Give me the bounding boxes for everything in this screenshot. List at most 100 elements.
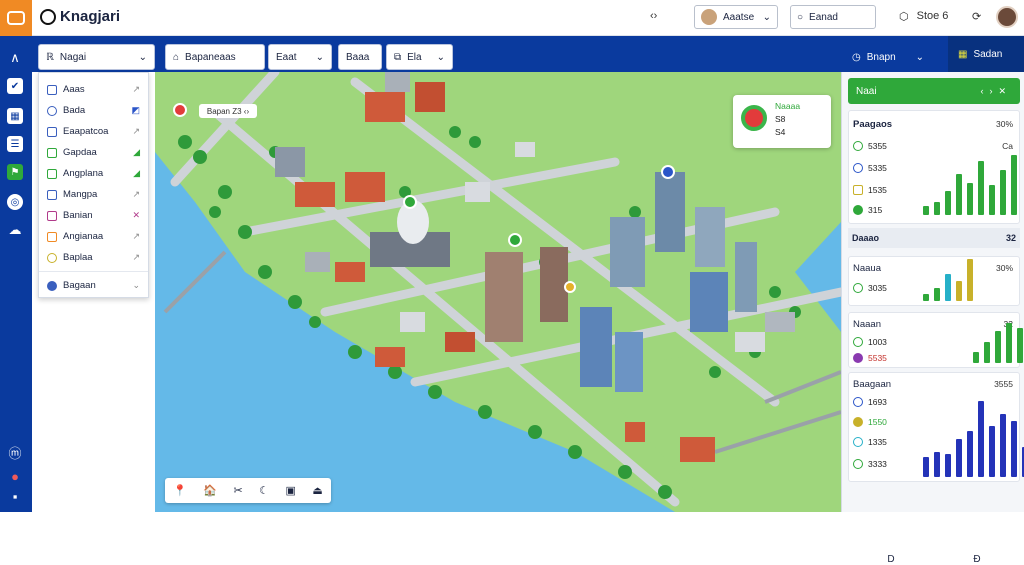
map-legend: Naaaa S8 S4 [733,95,831,148]
checkbox-icon[interactable]: ✔ [7,78,23,94]
view-icon: ⧉ [394,51,402,63]
dropdown-item[interactable]: Aaas ↗ [39,79,148,100]
right-select[interactable]: ◷ Bnapn ⌄ [852,44,924,70]
layer-dropdown: Aaas ↗ Bada ◩ Eaapatcoa ↗ Gapdaa ◢ Angplana ◢… [38,72,149,298]
panel-controls-icon[interactable]: ‹›✕ [980,86,1012,97]
user-select[interactable]: Aaatse ⌄ [694,5,778,29]
type-select[interactable]: Eaat ⌄ [268,44,332,70]
stats-card-1: Paagaos 30% Ca 5355 5335 1535 315 [848,110,1020,224]
base-label: Baaa [346,51,370,63]
bar [923,294,929,301]
dropdown-item-label: Aaas [63,84,85,95]
footer-right-button[interactable]: Ð [973,554,980,565]
help-icon[interactable]: ⓜ [7,444,23,461]
layer-select[interactable]: ℝ Nagai ⌄ [38,44,155,70]
night-tool-icon[interactable]: ☾ [259,484,269,497]
chevron-down-icon: ⌄ [315,51,324,63]
dropdown-item[interactable]: Banian ✕ [39,205,148,226]
section-right: 32 [1005,233,1016,243]
arrow-icon: ↗ [132,189,140,199]
toggle-icon[interactable]: ● [7,468,23,484]
dropdown-item-label: Banian [63,210,93,221]
bar [956,281,962,301]
target-icon[interactable]: ◎ [7,194,23,210]
dropdown-item-label: Mangpa [63,189,98,200]
dropdown-item[interactable]: Baplaa ↗ [39,247,148,268]
stat-value: 5355 [868,141,887,151]
bar [956,174,962,215]
saved-button[interactable]: ▦ Sadan [948,36,1024,72]
stat-value: 3035 [868,283,887,293]
dropdown-item[interactable]: Angplana ◢ [39,163,148,184]
user-select-label: Aaatse [723,11,755,23]
bar [1006,323,1012,363]
card-icon [7,11,25,25]
stat-row: 5355 [853,141,887,151]
bar [995,331,1001,363]
dropdown-item[interactable]: Bada ◩ [39,100,148,121]
user-icon[interactable]: ▪ [7,488,23,504]
pin-tool-icon[interactable]: 📍 [173,484,187,497]
dashboard-icon[interactable]: ▦ [7,108,23,124]
stats-card-2: Naaua 30% 3035 [848,256,1020,306]
frame-tool-icon[interactable]: ▣ [285,484,295,497]
flag-icon [47,147,57,158]
base-button[interactable]: Baaa [338,44,382,70]
stats-card-3: Naaan 32 1003 5535 [848,312,1023,368]
bar [923,206,929,215]
doc-icon [47,189,57,200]
building-icon: ⌂ [173,51,180,63]
stat-icon [853,353,863,363]
dropdown-item[interactable]: Eaapatcoa ↗ [39,121,148,142]
bar [934,202,940,215]
dropdown-footer[interactable]: Bagaan ⌄ [39,275,148,296]
map-search-chip[interactable]: Bapan Z3 ‹› [199,104,257,118]
section-header[interactable]: Daaao 32 [848,228,1020,248]
settings-icon[interactable]: ⟳ [972,10,981,23]
cloud-icon[interactable]: ☁ [7,222,23,238]
notification-label: Stoe 6 [916,10,949,22]
dropdown-item[interactable]: Gapdaa ◢ [39,142,148,163]
list-icon[interactable]: ☰ [7,136,23,152]
grid-icon: ▦ [958,48,968,60]
app-logo[interactable] [0,0,32,36]
square-icon: ◩ [131,105,140,115]
home-tool-icon[interactable]: 🏠 [203,484,217,497]
dropdown-item[interactable]: Mangpa ↗ [39,184,148,205]
dropdown-item-label: Bada [63,105,86,116]
card-title: Naaua [853,263,881,274]
filter-button[interactable]: ⌂ Bapaneaas [165,44,265,70]
check-icon [47,210,57,221]
home-icon[interactable]: ∧ [7,50,23,66]
notification-button[interactable]: ⬡ Stoe 6 [899,10,948,23]
circle-icon [47,105,57,116]
footer-left-button[interactable]: D [887,554,894,565]
top-bar: Knagjari ‹› Aaatse ⌄ ○ Eanad ⬡ Stoe 6 ⟳ [0,0,1024,36]
city-map[interactable]: Bapan Z3 ‹› Naaaa S8 S4 📍 🏠 ✂ ☾ ▣ ⏏ [155,72,841,512]
bar-chart-2 [923,259,973,301]
bar [1000,414,1006,477]
dropdown-item[interactable]: Angianaa ↗ [39,226,148,247]
bar [989,185,995,215]
bar [1011,155,1017,215]
card-percent: 30% [995,263,1013,273]
bar [967,259,973,301]
dropdown-footer-label: Bagaan [63,280,96,291]
flag-icon[interactable]: ⚑ [7,164,23,180]
dropdown-item-label: Eaapatcoa [63,126,109,137]
map-search-text: Bapan [206,106,230,116]
filter-label: Bapaneaas [185,51,236,63]
bar [934,288,940,301]
layer-select-label: Nagai [59,51,87,63]
profile-avatar[interactable] [996,6,1018,28]
bar [984,342,990,363]
stat-row: 315 [853,205,882,215]
view-select[interactable]: ⧉ Ela ⌄ [386,44,453,70]
search-field[interactable]: ○ Eanad [790,5,876,29]
eject-tool-icon[interactable]: ⏏ [312,484,322,497]
code-toggle-icon[interactable]: ‹› [650,10,657,22]
coin-icon [47,252,57,263]
cut-tool-icon[interactable]: ✂ [234,484,243,497]
layer-icon: ℝ [46,51,54,63]
panel-header[interactable]: Naai ‹›✕ [848,78,1020,104]
